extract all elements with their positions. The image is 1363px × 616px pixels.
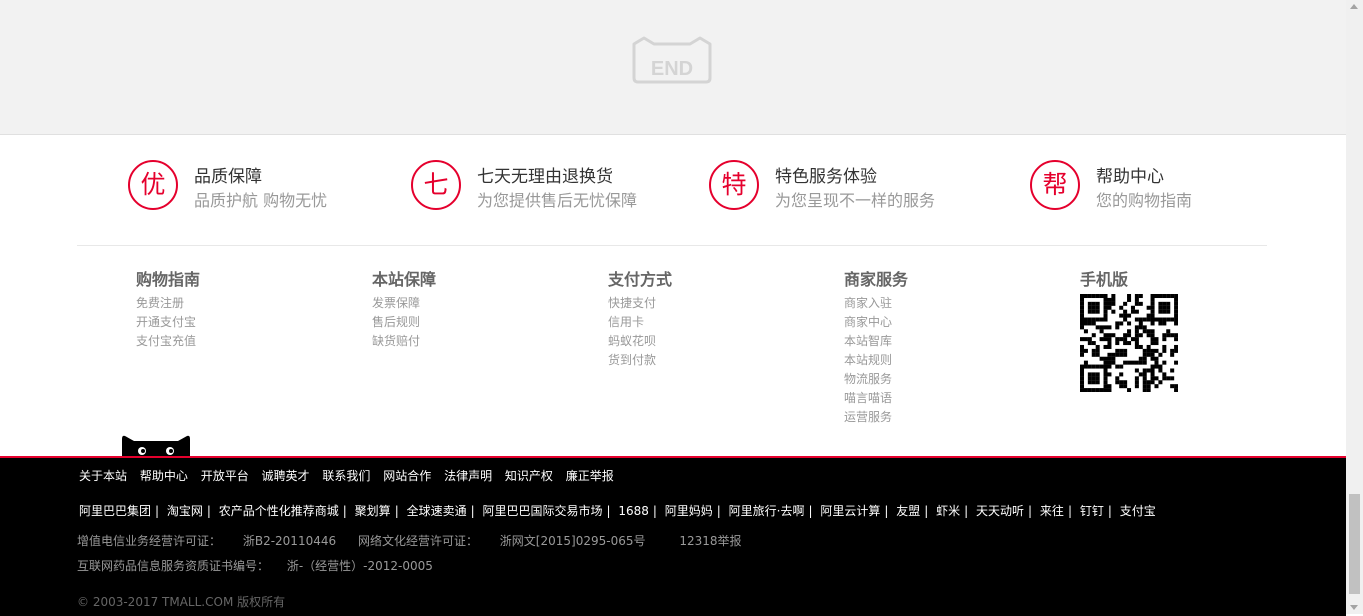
tmall-cat-icon xyxy=(120,433,192,457)
quality-icon: 优 xyxy=(128,160,178,210)
copyright: © 2003-2017 TMALL.COM 版权所有 xyxy=(77,595,286,609)
partner-link[interactable]: 阿里巴巴集团 xyxy=(79,504,151,518)
partner-link[interactable]: 阿里云计算 xyxy=(820,504,880,518)
column-shopping-guide: 购物指南 免费注册 开通支付宝 支付宝充值 xyxy=(136,266,200,351)
link-site-rules[interactable]: 本站规则 xyxy=(844,351,908,370)
footer-link[interactable]: 关于本站 xyxy=(79,469,127,483)
link-invoice[interactable]: 发票保障 xyxy=(372,294,436,313)
column-payment: 支付方式 快捷支付 信用卡 蚂蚁花呗 货到付款 xyxy=(608,266,672,370)
partner-link[interactable]: 聚划算 xyxy=(355,504,391,518)
license-row: 增值电信业务经营许可证： 浙B2-20110446 网络文化经营许可证： 浙网文… xyxy=(77,532,742,549)
partner-link[interactable]: 虾米 xyxy=(936,504,960,518)
link-open-alipay[interactable]: 开通支付宝 xyxy=(136,313,200,332)
link-merchant-center[interactable]: 商家中心 xyxy=(844,313,908,332)
column-site-guarantee: 本站保障 发票保障 售后规则 缺货赔付 xyxy=(372,266,436,351)
partner-link[interactable]: 钉钉 xyxy=(1080,504,1104,518)
seven-day-icon: 七 xyxy=(411,160,461,210)
link-huabei[interactable]: 蚂蚁花呗 xyxy=(608,332,672,351)
partner-link[interactable]: 天天动听 xyxy=(976,504,1024,518)
column-merchant-services: 商家服务 商家入驻 商家中心 本站智库 本站规则 物流服务 喵言喵语 运营服务 xyxy=(844,266,908,427)
footer-link[interactable]: 联系我们 xyxy=(322,469,370,483)
partner-link[interactable]: 淘宝网 xyxy=(167,504,203,518)
license-label: 增值电信业务经营许可证： xyxy=(77,534,222,548)
service-title: 七天无理由退换货 xyxy=(477,167,613,187)
column-title: 购物指南 xyxy=(136,270,201,289)
footer-link[interactable]: 开放平台 xyxy=(201,469,249,483)
license-value: 浙-（经营性）-2012-0005 xyxy=(286,559,433,573)
license-label: 互联网药品信息服务资质证书编号： xyxy=(77,559,270,573)
divider xyxy=(77,245,1267,246)
footer-link[interactable]: 知识产权 xyxy=(505,469,553,483)
link-quick-pay[interactable]: 快捷支付 xyxy=(608,294,672,313)
footer-links: 关于本站 帮助中心 开放平台 诚聘英才 联系我们 网站合作 法律声明 知识产权 … xyxy=(79,467,623,484)
partner-link[interactable]: 阿里巴巴国际交易市场 xyxy=(482,504,602,518)
footer-link[interactable]: 法律声明 xyxy=(444,469,492,483)
license-link[interactable]: 浙B2-20110446 xyxy=(243,534,336,548)
license-label: 网络文化经营许可证： xyxy=(357,534,478,548)
footer-link[interactable]: 诚聘英才 xyxy=(262,469,310,483)
link-miaoyan[interactable]: 喵言喵语 xyxy=(844,389,908,408)
pharma-license-row: 互联网药品信息服务资质证书编号： 浙-（经营性）-2012-0005 xyxy=(77,557,433,574)
column-mobile: 手机版 xyxy=(1080,266,1179,393)
service-subtitle: 为您呈现不一样的服务 xyxy=(775,191,936,210)
service-subtitle: 品质护航 购物无忧 xyxy=(194,191,328,210)
service-title: 特色服务体验 xyxy=(775,167,877,187)
service-title: 帮助中心 xyxy=(1096,167,1164,187)
license-link[interactable]: 浙网文[2015]0295-065号 xyxy=(500,534,646,548)
link-out-of-stock[interactable]: 缺货赔付 xyxy=(372,332,436,351)
report-link[interactable]: 12318举报 xyxy=(679,534,741,548)
link-after-sale-rules[interactable]: 售后规则 xyxy=(372,313,436,332)
partner-link[interactable]: 1688 xyxy=(618,504,649,518)
scroll-down-arrow-icon[interactable] xyxy=(1350,605,1358,610)
service-subtitle: 您的购物指南 xyxy=(1096,191,1193,210)
qr-code-icon xyxy=(1080,294,1179,393)
link-merchant-join[interactable]: 商家入驻 xyxy=(844,294,908,313)
footer-link[interactable]: 网站合作 xyxy=(383,469,431,483)
service-subtitle: 为您提供售后无忧保障 xyxy=(477,191,638,210)
link-register[interactable]: 免费注册 xyxy=(136,294,200,313)
help-icon: 帮 xyxy=(1030,160,1080,210)
scroll-thumb[interactable] xyxy=(1349,494,1360,594)
column-title: 本站保障 xyxy=(372,270,437,289)
scroll-up-arrow-icon[interactable] xyxy=(1350,4,1358,9)
partner-link[interactable]: 来往 xyxy=(1040,504,1064,518)
vertical-scrollbar[interactable] xyxy=(1346,0,1363,614)
link-think-tank[interactable]: 本站智库 xyxy=(844,332,908,351)
partner-link[interactable]: 阿里旅行·去啊 xyxy=(729,504,805,518)
partner-link[interactable]: 农产品个性化推荐商城 xyxy=(219,504,339,518)
link-operations[interactable]: 运营服务 xyxy=(844,408,908,427)
partner-link[interactable]: 友盟 xyxy=(896,504,920,518)
column-title: 商家服务 xyxy=(844,270,909,289)
end-of-list-area: END xyxy=(0,0,1346,135)
footer-link[interactable]: 廉正举报 xyxy=(566,469,614,483)
link-cash-on-delivery[interactable]: 货到付款 xyxy=(608,351,672,370)
partner-links: 阿里巴巴集团 | 淘宝网 | 农产品个性化推荐商城 | 聚划算 | 全球速卖通 | 阿里巴… xyxy=(79,504,1156,518)
column-title: 手机版 xyxy=(1080,270,1129,289)
footer-link[interactable]: 帮助中心 xyxy=(140,469,188,483)
column-title: 支付方式 xyxy=(608,270,673,289)
link-logistics[interactable]: 物流服务 xyxy=(844,370,908,389)
partner-link[interactable]: 全球速卖通 xyxy=(407,504,467,518)
link-credit-card[interactable]: 信用卡 xyxy=(608,313,672,332)
partner-link[interactable]: 支付宝 xyxy=(1120,504,1156,518)
end-logo-icon: END xyxy=(630,36,714,84)
partner-link[interactable]: 阿里妈妈 xyxy=(665,504,713,518)
link-alipay-topup[interactable]: 支付宝充值 xyxy=(136,332,200,351)
site-footer: 关于本站 帮助中心 开放平台 诚聘英才 联系我们 网站合作 法律声明 知识产权 … xyxy=(0,456,1346,616)
end-text: END xyxy=(650,58,694,80)
special-icon: 特 xyxy=(709,160,759,210)
service-title: 品质保障 xyxy=(194,167,262,187)
